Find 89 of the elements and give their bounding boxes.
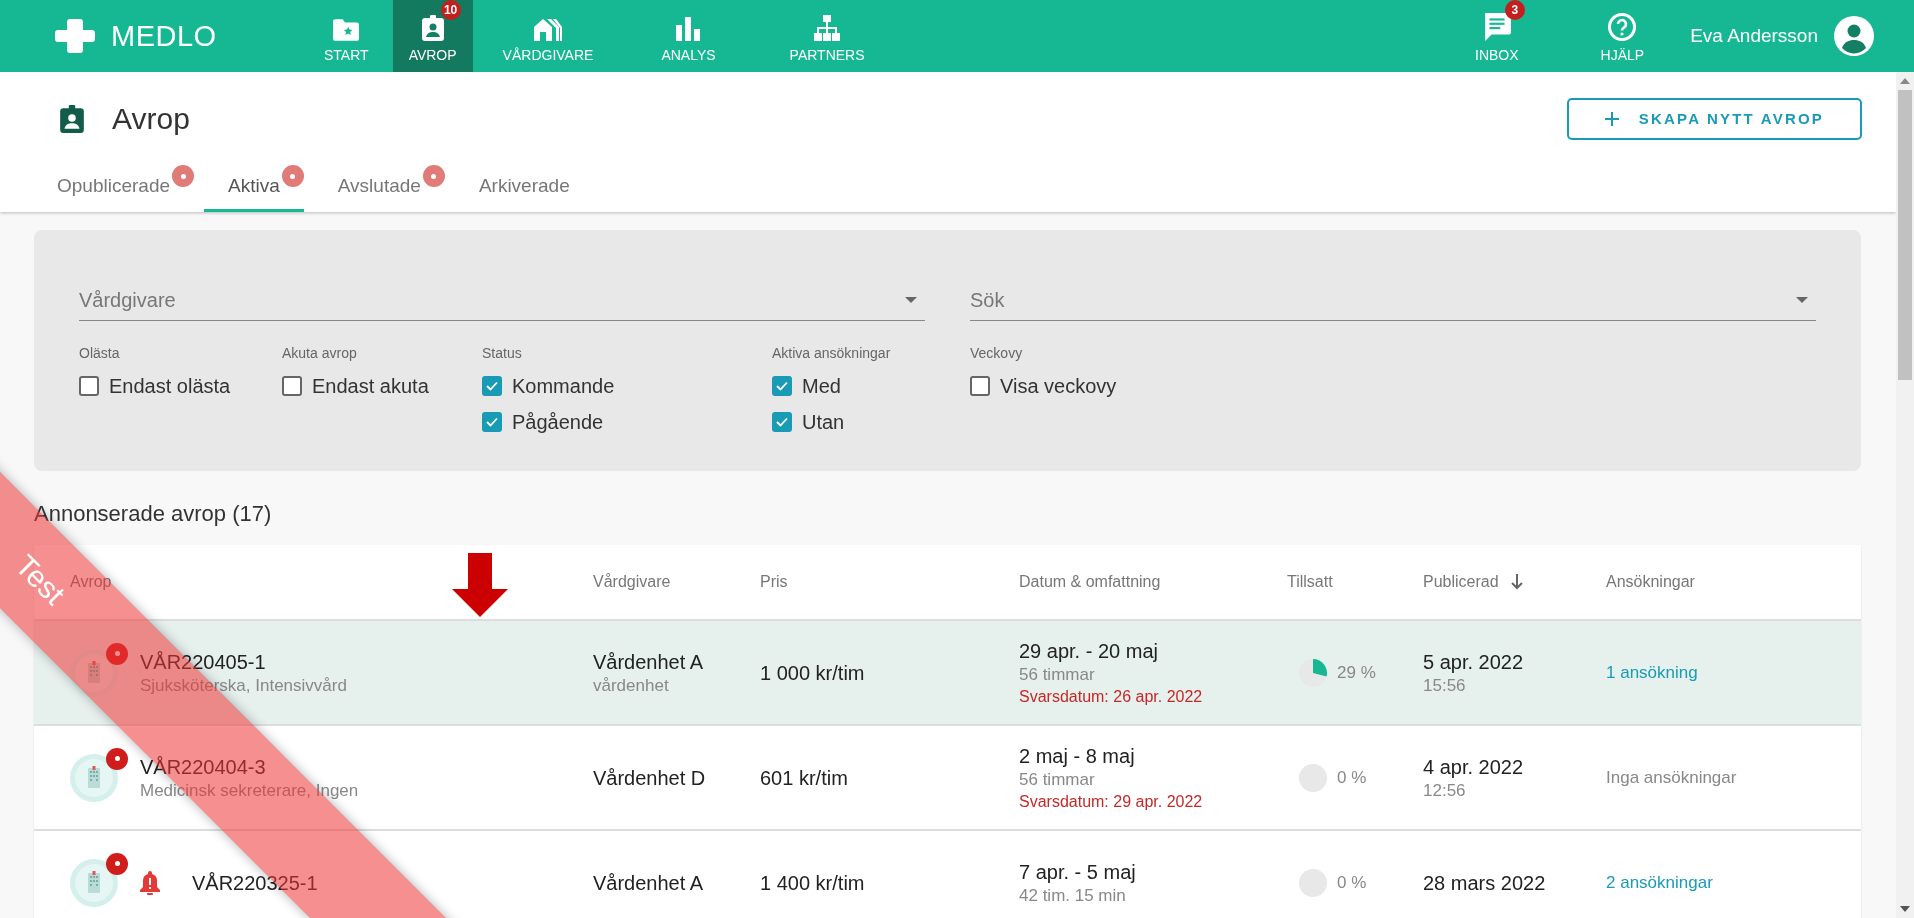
progress-pie-icon (1299, 658, 1327, 687)
column-header[interactable]: Vårdgivare (593, 573, 671, 591)
filled-percent: 0 % (1337, 871, 1367, 894)
user-name[interactable]: Eva Andersson (1690, 25, 1818, 47)
sort-down-icon[interactable] (1510, 574, 1523, 590)
nav-item[interactable]: ANALYS (637, 0, 740, 72)
date-range: 29 apr. - 20 maj (1019, 638, 1159, 664)
applications-link[interactable]: 1 ansökning (1606, 662, 1698, 683)
price: 601 kr/tim (760, 765, 848, 791)
header-action[interactable]: INBOX 3 (1447, 0, 1547, 72)
id-badge-icon (60, 104, 84, 133)
provider-name: Vårdenhet A (593, 870, 704, 896)
plus-icon (1604, 111, 1619, 126)
page-title: Avrop (112, 101, 190, 136)
tab[interactable]: Avslutade (313, 161, 445, 212)
checkbox[interactable]: Endast olästa (79, 371, 282, 401)
chat-icon (1482, 13, 1511, 41)
filter-label: Veckovy (970, 345, 1024, 361)
reply-deadline: Svarsdatum: 26 apr. 2022 (1019, 686, 1203, 707)
tab[interactable]: Arkiverade (454, 161, 594, 212)
tab[interactable]: Aktiva (204, 161, 304, 212)
price: 1 400 kr/tim (760, 870, 865, 896)
published-time: 12:56 (1423, 779, 1467, 802)
published-date: 28 mars 2022 (1423, 870, 1546, 896)
cross-logo-icon (55, 19, 95, 53)
nav-item[interactable]: PARTNERS (765, 0, 889, 72)
published-time: 15:56 (1423, 674, 1467, 697)
hours: 56 timmar (1019, 663, 1096, 686)
hours: 56 timmar (1019, 768, 1096, 791)
filter-label: Olästa (79, 345, 121, 361)
dropdown-field[interactable]: Vårdgivare (79, 280, 925, 321)
buildings-icon (534, 17, 562, 41)
dropdown-field[interactable]: Sök (970, 280, 1816, 321)
brand-name: MEDLO (111, 19, 217, 53)
scrollbar[interactable] (1896, 72, 1914, 918)
provider-name: Vårdenhet D (593, 765, 706, 791)
hospital-avatar-icon (70, 858, 118, 907)
avatar-icon[interactable] (1834, 16, 1874, 56)
dropdown-caret-icon (905, 297, 917, 303)
provider-name: Vårdenhet A (593, 649, 704, 675)
id-badge-icon (421, 15, 444, 41)
scroll-down-icon[interactable] (1900, 906, 1910, 912)
checkbox[interactable]: Med (772, 371, 970, 401)
assignment-id: VÅR220405-1 (140, 649, 267, 675)
column-header[interactable]: Tillsatt (1287, 573, 1333, 591)
filled-percent: 29 % (1337, 661, 1376, 684)
column-header[interactable]: Publicerad (1423, 573, 1499, 591)
scroll-up-icon[interactable] (1900, 78, 1910, 84)
date-range: 7 apr. - 5 maj (1019, 859, 1136, 885)
nav-item[interactable]: START (300, 0, 393, 72)
tab[interactable]: Opublicerade (33, 161, 195, 212)
column-header[interactable]: Ansökningar (1606, 573, 1695, 591)
filled-percent: 0 % (1337, 766, 1367, 789)
header-action[interactable]: HJÄLP (1572, 0, 1673, 72)
column-header[interactable]: Datum & omfattning (1019, 573, 1161, 591)
checkbox[interactable]: Pågående (482, 407, 772, 437)
bar-chart-icon (676, 17, 701, 41)
create-button[interactable]: SKAPA NYTT AVROP (1566, 97, 1862, 140)
down-arrow-icon (452, 553, 508, 617)
nav-item[interactable]: VÅRDGIVARE (478, 0, 618, 72)
published-date: 5 apr. 2022 (1423, 649, 1524, 675)
column-header[interactable]: Pris (760, 573, 788, 591)
hospital-avatar-icon (70, 753, 118, 802)
checkbox[interactable]: Endast akuta (282, 371, 482, 401)
reply-deadline: Svarsdatum: 29 apr. 2022 (1019, 791, 1203, 812)
checkbox[interactable]: Utan (772, 407, 970, 437)
notification-count: 3 (1504, 0, 1525, 20)
notification-count: 10 (440, 0, 461, 20)
price: 1 000 kr/tim (760, 660, 865, 686)
filter-label: Akuta avrop (282, 345, 358, 361)
nav-item[interactable]: AVROP 10 (392, 0, 473, 72)
hospital-avatar-icon (70, 648, 118, 697)
applications-link[interactable]: 2 ansökningar (1606, 872, 1713, 893)
provider-type: vårdenhet (593, 674, 670, 697)
checkbox[interactable]: Kommande (482, 371, 772, 401)
dropdown-caret-icon (1796, 297, 1808, 303)
hours: 42 tim. 15 min (1019, 884, 1127, 907)
filter-label: Status (482, 345, 523, 361)
checkbox[interactable]: Visa veckovy (970, 371, 1117, 401)
filter-label: Aktiva ansökningar (772, 345, 892, 361)
table-row[interactable]: VÅR220325-1 Vårdenhet A 1 400 kr/tim 7 apr. - 5 maj 42 tim. 15 min 0 % 28 mars 2022 2 ansökningar (34, 831, 1861, 918)
no-applications: Inga ansökningar (1606, 766, 1737, 789)
date-range: 2 maj - 8 maj (1019, 743, 1136, 769)
help-icon (1608, 13, 1637, 41)
published-date: 4 apr. 2022 (1423, 754, 1524, 780)
list-title: Annonserade avrop (17) (34, 501, 273, 528)
assignment-id: VÅR220325-1 (192, 870, 318, 896)
sitemap-icon (814, 15, 841, 41)
folder-star-icon (333, 19, 360, 41)
